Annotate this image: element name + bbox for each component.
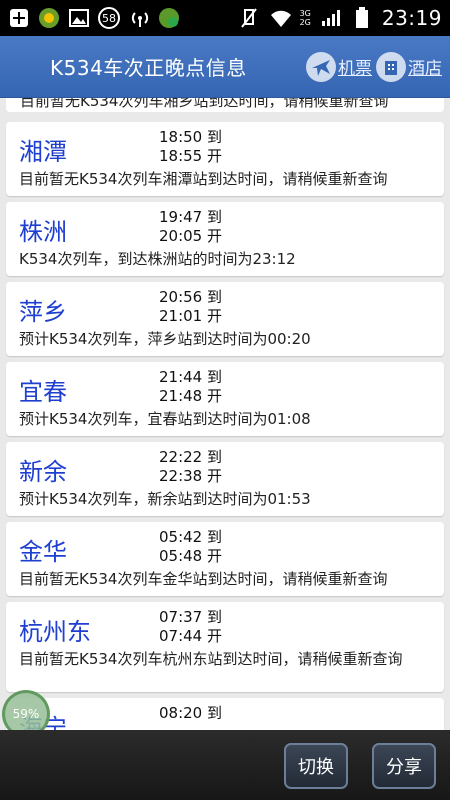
image-icon [68,8,90,28]
arrive-time: 08:20 到 [159,704,222,722]
app-icon-2 [158,8,180,28]
stop-info: K534次列车，到达株洲站的时间为23:12 [19,250,296,268]
stop-info: 目前暂无K534次列车湘乡站到达时间，请稍候重新查询 [20,98,389,110]
list-item[interactable]: 株洲 19:47 到 20:05 开 K534次列车，到达株洲站的时间为23:12 [6,202,444,276]
progress-value: 59% [12,707,40,721]
stop-info: 目前暂无K534次列车湘潭站到达时间，请稍候重新查询 [19,170,388,188]
share-button[interactable]: 分享 [372,743,436,789]
arrive-time: 19:47 到 [159,208,222,226]
stop-info: 预计K534次列车，萍乡站到达时间为00:20 [19,330,311,348]
list-item[interactable]: 金华 05:42 到 05:48 开 目前暂无K534次列车金华站到达时间，请稍候… [6,522,444,596]
station-name: 金华 [19,538,67,566]
status-bar: 58 3G 2G 23:19 [0,0,450,36]
depart-time: 20:05 开 [159,227,222,245]
network-type: 3G 2G [299,9,311,27]
stop-info: 预计K534次列车，新余站到达时间为01:53 [19,490,311,508]
station-name: 湘潭 [19,138,67,166]
depart-time: 05:48 开 [159,547,222,565]
battery-icon [351,7,373,28]
arrive-time: 05:42 到 [159,528,222,546]
stop-info: 目前暂无K534次列车金华站到达时间，请稍候重新查询 [19,570,388,588]
depart-time: 18:55 开 [159,147,222,165]
hotel-icon [376,51,406,82]
wifi-icon [269,8,291,28]
stop-info: 目前暂无K534次列车杭州东站到达时间，请稍候重新查询 [19,650,403,668]
list-item[interactable]: 新余 22:22 到 22:38 开 预计K534次列车，新余站到达时间为01:5… [6,442,444,516]
depart-time: 21:01 开 [159,307,222,325]
hotel-button[interactable]: 酒店 [376,51,442,82]
clock: 23:19 [381,6,442,30]
station-name: 株洲 [19,218,67,246]
wireless-signal-icon [128,8,150,28]
stop-list[interactable]: 目前暂无K534次列车湘乡站到达时间，请稍候重新查询 湘潭 18:50 到 18:… [0,98,450,730]
flights-button[interactable]: 机票 [306,51,372,82]
station-name: 杭州东 [19,618,91,646]
app-header: K534车次正晚点信息 机票 酒店 [0,36,450,98]
notification-badge: 58 [98,7,120,29]
station-name: 萍乡 [19,298,67,326]
list-item[interactable]: 杭州东 07:37 到 07:44 开 目前暂无K534次列车杭州东站到达时间，请… [6,602,444,692]
station-name: 新余 [19,458,67,486]
arrive-time: 22:22 到 [159,448,222,466]
flights-label: 机票 [338,59,372,79]
depart-time: 21:48 开 [159,387,222,405]
list-item[interactable]: 海宁 08:20 到 [6,698,444,730]
page-title: K534车次正晚点信息 [50,56,247,80]
arrive-time: 18:50 到 [159,128,222,146]
depart-time: 22:38 开 [159,467,222,485]
add-icon [8,8,30,28]
app-icon [38,8,60,28]
arrive-time: 20:56 到 [159,288,222,306]
signal-icon [320,8,342,28]
list-item[interactable]: 宜春 21:44 到 21:48 开 预计K534次列车，宜春站到达时间为01:0… [6,362,444,436]
mute-icon [238,8,260,28]
bottom-bar: 切换 分享 [0,730,450,800]
stop-info: 预计K534次列车，宜春站到达时间为01:08 [19,410,311,428]
list-item[interactable]: 湘潭 18:50 到 18:55 开 目前暂无K534次列车湘潭站到达时间，请稍候… [6,122,444,196]
station-name: 宜春 [19,378,67,406]
hotel-label: 酒店 [408,59,442,79]
list-item[interactable]: 萍乡 20:56 到 21:01 开 预计K534次列车，萍乡站到达时间为00:2… [6,282,444,356]
arrive-time: 21:44 到 [159,368,222,386]
switch-button[interactable]: 切换 [284,743,348,789]
arrive-time: 07:37 到 [159,608,222,626]
list-item[interactable]: 目前暂无K534次列车湘乡站到达时间，请稍候重新查询 [6,98,444,112]
depart-time: 07:44 开 [159,627,222,645]
airplane-icon [306,51,336,82]
